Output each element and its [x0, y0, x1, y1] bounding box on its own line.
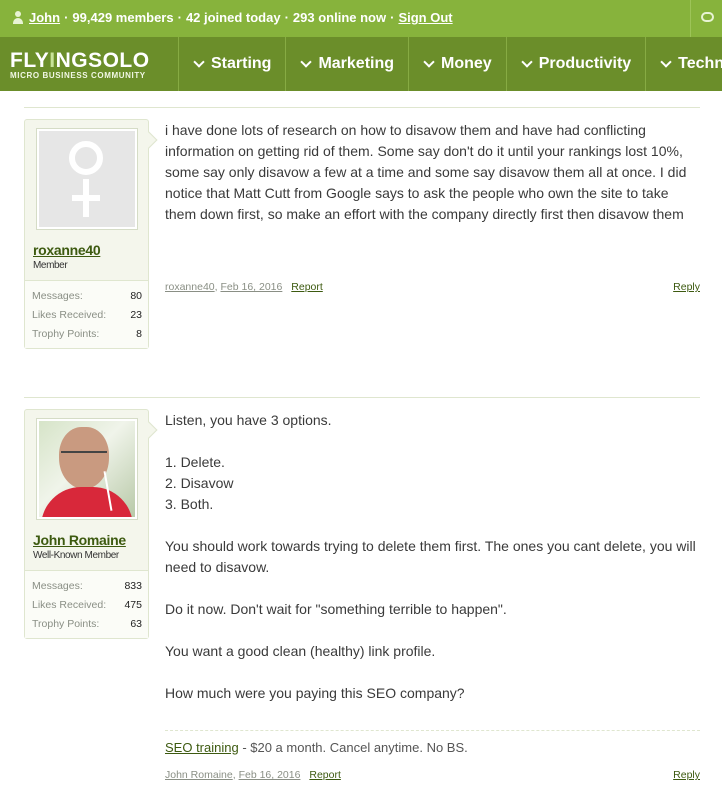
chevron-down-icon	[300, 56, 313, 68]
chevron-down-icon	[193, 56, 205, 68]
options-list: 1. Delete. 2. Disavow 3. Both.	[165, 454, 234, 512]
user-icon	[12, 11, 24, 24]
avatar[interactable]	[35, 418, 138, 520]
messages-count: 80	[130, 290, 142, 302]
top-bar: John · 99,429 members · 42 joined today …	[0, 0, 722, 37]
chevron-down-icon	[521, 56, 533, 68]
chat-icon	[701, 12, 714, 22]
online-now: 293 online now	[292, 10, 387, 25]
messages-count: 833	[124, 580, 142, 592]
sign-out-link[interactable]: Sign Out	[398, 10, 452, 25]
post-date[interactable]: Feb 16, 2016	[239, 769, 301, 781]
user-stats: Messages: 833 Likes Received: 475 Trophy P…	[25, 570, 148, 638]
likes-count: 23	[130, 309, 142, 321]
user-title: Well-Known Member	[33, 550, 119, 561]
post-meta: John Romaine, Feb 16, 2016 Report Reply	[165, 769, 700, 781]
report-link[interactable]: Report	[309, 769, 341, 781]
trophy-points: 63	[130, 618, 142, 630]
post-date[interactable]: Feb 16, 2016	[220, 281, 282, 293]
signature-divider	[165, 730, 700, 731]
members-count: 99,429 members	[72, 10, 174, 25]
chevron-down-icon	[660, 56, 672, 68]
reply-link[interactable]: Reply	[673, 769, 700, 781]
main-nav: FLYINGSOLO MICRO BUSINESS COMMUNITY Star…	[0, 37, 722, 91]
username-link[interactable]: John	[29, 10, 60, 25]
site-logo[interactable]: FLYINGSOLO MICRO BUSINESS COMMUNITY	[0, 37, 179, 91]
post-meta: roxanne40, Feb 16, 2016 Report Reply	[165, 281, 700, 293]
nav-starting[interactable]: Starting	[179, 37, 287, 91]
user-stats: Messages: 80 Likes Received: 23 Trophy Poi…	[25, 280, 148, 348]
message-body: i have done lots of research on how to d…	[165, 122, 687, 222]
message-body: Listen, you have 3 options. 1. Delete. 2…	[165, 410, 700, 704]
user-title: Member	[33, 260, 68, 271]
user-card: roxanne40 Member Messages: 80 Likes Recei…	[24, 119, 158, 349]
member-stats: John · 99,429 members · 42 joined today …	[12, 10, 453, 25]
chevron-down-icon	[423, 56, 435, 68]
likes-count: 475	[124, 599, 142, 611]
joined-today: 42 joined today	[185, 10, 281, 25]
user-card: John Romaine Well-Known Member Messages:…	[24, 409, 158, 639]
chat-button[interactable]	[690, 0, 722, 37]
avatar[interactable]	[35, 128, 138, 230]
report-link[interactable]: Report	[291, 281, 323, 293]
nav-marketing[interactable]: Marketing	[286, 37, 410, 91]
divider	[24, 107, 700, 108]
default-avatar-icon	[38, 131, 135, 227]
trophy-points: 8	[136, 328, 142, 340]
nav-technology[interactable]: Technology	[646, 37, 722, 91]
author-link[interactable]: roxanne40	[165, 281, 215, 293]
divider	[24, 397, 700, 398]
user-photo	[38, 421, 135, 517]
username-link[interactable]: John Romaine	[33, 532, 148, 548]
username-link[interactable]: roxanne40	[33, 242, 148, 258]
author-link[interactable]: John Romaine	[165, 769, 233, 781]
nav-money[interactable]: Money	[409, 37, 507, 91]
reply-link[interactable]: Reply	[673, 281, 700, 293]
signature: SEO training - $20 a month. Cancel anyti…	[165, 740, 468, 755]
seo-training-link[interactable]: SEO training	[165, 740, 239, 755]
nav-productivity[interactable]: Productivity	[507, 37, 647, 91]
